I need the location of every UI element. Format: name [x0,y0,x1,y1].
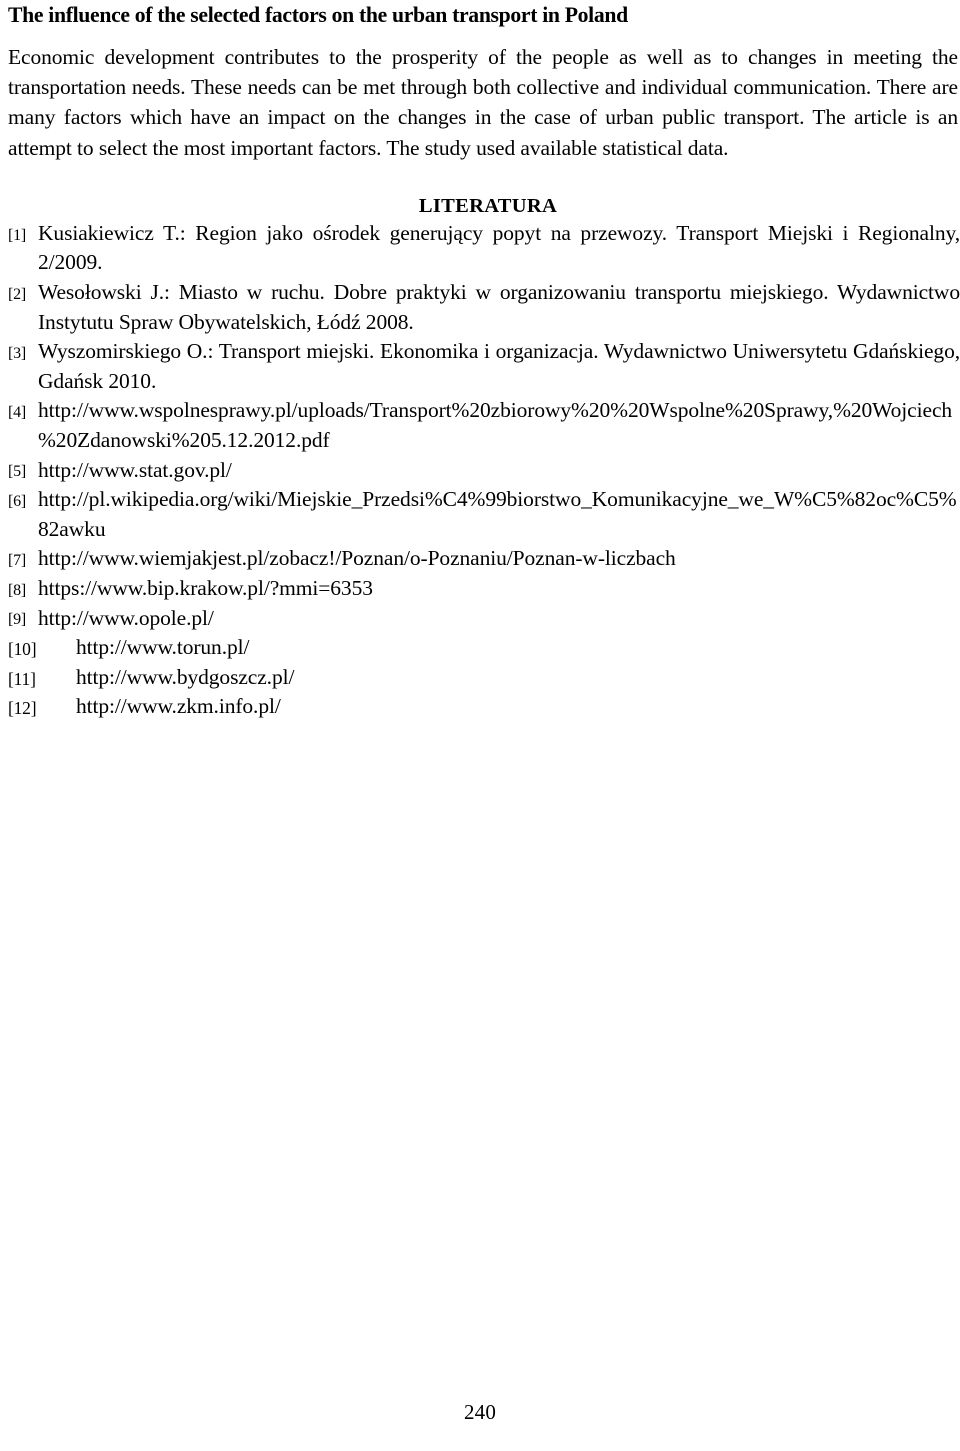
list-item: [11] http://www.bydgoszcz.pl/ [8,663,960,693]
page-title: The influence of the selected factors on… [8,2,628,27]
reference-number: [6] [8,493,27,511]
reference-text: Kusiakiewicz T.: Region jako ośrodek gen… [38,220,960,275]
references-heading: LITERATURA [418,194,558,217]
reference-number: [9] [8,611,27,629]
list-item: [10] http://www.torun.pl/ [8,633,960,663]
reference-text: http://www.bydgoszcz.pl/ [76,664,295,689]
list-item: [6] http://pl.wikipedia.org/wiki/Miejski… [8,485,960,544]
reference-text: http://www.opole.pl/ [38,605,214,630]
reference-text: http://www.zkm.info.pl/ [76,694,281,719]
list-item: [9] http://www.opole.pl/ [8,604,960,634]
reference-text: http://pl.wikipedia.org/wiki/Miejskie_Pr… [38,487,957,541]
reference-number: [12] [8,698,37,719]
list-item: [3] Wyszomirskiego O.: Transport miejski… [8,337,960,396]
list-item: [8] https://www.bip.krakow.pl/?mmi=6353 [8,574,960,604]
references-list: [1] Kusiakiewicz T.: Region jako ośrodek… [8,218,960,722]
reference-number: [2] [8,285,27,303]
list-item: [5] http://www.stat.gov.pl/ [8,456,960,486]
reference-text: http://www.torun.pl/ [76,635,250,660]
page-number: 240 [463,1400,497,1424]
reference-text: https://www.bip.krakow.pl/?mmi=6353 [38,575,373,600]
reference-text: http://www.wiemjakjest.pl/zobacz!/Poznan… [38,546,676,571]
list-item: [12] http://www.zkm.info.pl/ [8,692,960,722]
document-page: The influence of the selected factors on… [0,0,960,1451]
list-item: [4] http://www.wspolnesprawy.pl/uploads/… [8,396,960,455]
abstract-paragraph: Economic development contributes to the … [8,45,958,160]
list-item: [7] http://www.wiemjakjest.pl/zobacz!/Po… [8,544,960,574]
reference-text: Wesołowski J.: Miasto w ruchu. Dobre pra… [38,280,960,334]
reference-text: http://www.stat.gov.pl/ [38,457,232,482]
reference-number: [8] [8,581,27,599]
reference-number: [1] [8,226,27,244]
list-item: [2] Wesołowski J.: Miasto w ruchu. Dobre… [8,278,960,337]
reference-number: [11] [8,668,36,689]
reference-number: [5] [8,463,27,481]
reference-number: [3] [8,345,27,363]
reference-text: Wyszomirskiego O.: Transport miejski. Ek… [38,339,960,393]
reference-number: [10] [8,639,37,660]
reference-number: [4] [8,404,27,422]
list-item: [1] Kusiakiewicz T.: Region jako ośrodek… [8,219,960,278]
reference-number: [7] [8,552,27,570]
reference-text: http://www.wspolnesprawy.pl/uploads/Tran… [38,398,953,452]
